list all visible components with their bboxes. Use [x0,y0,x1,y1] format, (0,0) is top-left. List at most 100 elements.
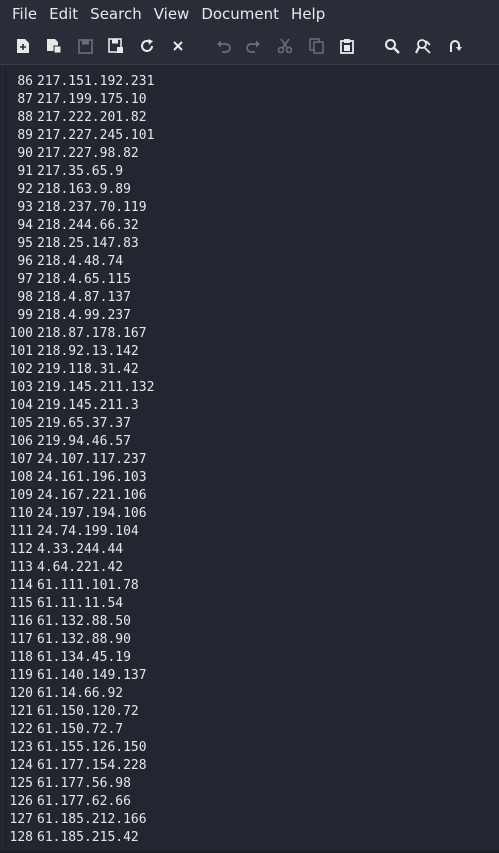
editor-line[interactable]: 98 218.4.87.137 [0,289,499,307]
line-number: 105 [9,416,33,431]
editor-line[interactable]: 119 61.140.149.137 [0,667,499,685]
line-number: 114 [9,578,33,593]
editor-line[interactable]: 106 219.94.46.57 [0,433,499,451]
editor-line[interactable]: 93 218.237.70.119 [0,199,499,217]
reload-icon[interactable] [137,36,157,56]
new-window-icon[interactable] [44,36,64,56]
line-text: 24.74.199.104 [37,524,139,539]
editor-line[interactable]: 110 24.197.194.106 [0,505,499,523]
editor-line[interactable]: 108 24.161.196.103 [0,469,499,487]
menu-bar: File Edit Search View Document Help [0,0,499,28]
menu-view[interactable]: View [148,0,196,28]
line-number: 124 [9,758,33,773]
redo-icon[interactable] [243,36,263,56]
line-text: 61.150.120.72 [37,704,139,719]
line-number: 94 [17,218,33,233]
line-number: 86 [17,74,33,89]
editor-line[interactable]: 88 217.222.201.82 [0,109,499,127]
editor-line[interactable]: 89 217.227.245.101 [0,127,499,145]
line-text: 219.145.211.132 [37,380,155,395]
editor-line[interactable]: 109 24.167.221.106 [0,487,499,505]
editor-line[interactable]: 97 218.4.65.115 [0,271,499,289]
line-number: 116 [9,614,33,629]
editor-line[interactable]: 94 218.244.66.32 [0,217,499,235]
editor-line[interactable]: 90 217.227.98.82 [0,145,499,163]
editor-line[interactable]: 120 61.14.66.92 [0,685,499,703]
editor-line[interactable]: 103 219.145.211.132 [0,379,499,397]
editor-line[interactable]: 101 218.92.13.142 [0,343,499,361]
menu-document[interactable]: Document [195,0,285,28]
menu-edit[interactable]: Edit [43,0,84,28]
line-number: 108 [9,470,33,485]
editor-line[interactable]: 92 218.163.9.89 [0,181,499,199]
close-icon[interactable] [168,36,188,56]
save-as-icon[interactable] [106,36,126,56]
line-number: 118 [9,650,33,665]
editor-line[interactable]: 117 61.132.88.90 [0,631,499,649]
paste-icon[interactable] [337,36,357,56]
editor-line[interactable]: 122 61.150.72.7 [0,721,499,739]
editor-line[interactable]: 114 61.111.101.78 [0,577,499,595]
line-number: 113 [9,560,33,575]
cut-icon[interactable] [275,36,295,56]
line-text: 61.185.212.166 [37,812,147,827]
menu-search[interactable]: Search [84,0,148,28]
new-document-icon[interactable] [13,36,33,56]
copy-icon[interactable] [306,36,326,56]
editor-line[interactable]: 100 218.87.178.167 [0,325,499,343]
find-replace-icon[interactable] [413,36,433,56]
line-number: 101 [9,344,33,359]
editor-line[interactable]: 125 61.177.56.98 [0,775,499,793]
editor-line[interactable]: 121 61.150.120.72 [0,703,499,721]
line-number: 121 [9,704,33,719]
editor-line[interactable]: 91 217.35.65.9 [0,163,499,181]
line-text: 218.92.13.142 [37,344,139,359]
line-text: 61.14.66.92 [37,686,124,701]
editor-line[interactable]: 86 217.151.192.231 [0,73,499,91]
editor-line[interactable]: 111 24.74.199.104 [0,523,499,541]
line-number: 110 [9,506,33,521]
line-text: 61.11.11.54 [37,596,124,611]
line-number: 97 [17,272,33,287]
line-text: 24.197.194.106 [37,506,147,521]
editor-line[interactable]: 104 219.145.211.3 [0,397,499,415]
find-icon[interactable] [382,36,402,56]
line-number: 98 [17,290,33,305]
line-number: 109 [9,488,33,503]
editor-line[interactable]: 126 61.177.62.66 [0,793,499,811]
line-text: 219.118.31.42 [37,362,139,377]
menu-file[interactable]: File [0,0,43,28]
undo-icon[interactable] [214,36,234,56]
editor-line[interactable]: 113 4.64.221.42 [0,559,499,577]
editor-line[interactable]: 116 61.132.88.50 [0,613,499,631]
line-number: 119 [9,668,33,683]
editor-line[interactable]: 128 61.185.215.42 [0,829,499,847]
line-text: 217.35.65.9 [37,164,124,179]
editor-line[interactable]: 87 217.199.175.10 [0,91,499,109]
line-number: 122 [9,722,33,737]
line-number: 106 [9,434,33,449]
editor-line[interactable]: 105 219.65.37.37 [0,415,499,433]
editor-line[interactable]: 118 61.134.45.19 [0,649,499,667]
editor-line[interactable]: 112 4.33.244.44 [0,541,499,559]
menu-help[interactable]: Help [285,0,331,28]
goto-line-icon[interactable] [444,36,464,56]
line-text: 218.4.87.137 [37,290,131,305]
editor-line[interactable]: 115 61.11.11.54 [0,595,499,613]
line-text: 217.151.192.231 [37,74,155,89]
line-text: 61.140.149.137 [37,668,147,683]
editor-line[interactable]: 102 219.118.31.42 [0,361,499,379]
editor-line[interactable]: 95 218.25.147.83 [0,235,499,253]
editor-line[interactable]: 107 24.107.117.237 [0,451,499,469]
editor-line[interactable]: 96 218.4.48.74 [0,253,499,271]
editor-line[interactable]: 124 61.177.154.228 [0,757,499,775]
save-icon[interactable] [75,36,95,56]
text-editor-area[interactable]: 86 217.151.192.231 87 217.199.175.10 88 217.2… [0,64,499,852]
editor-line[interactable]: 123 61.155.126.150 [0,739,499,757]
line-text: 61.155.126.150 [37,740,147,755]
editor-line[interactable]: 99 218.4.99.237 [0,307,499,325]
editor-line[interactable]: 127 61.185.212.166 [0,811,499,829]
line-number: 102 [9,362,33,377]
line-text: 218.25.147.83 [37,236,139,251]
line-number: 92 [17,182,33,197]
